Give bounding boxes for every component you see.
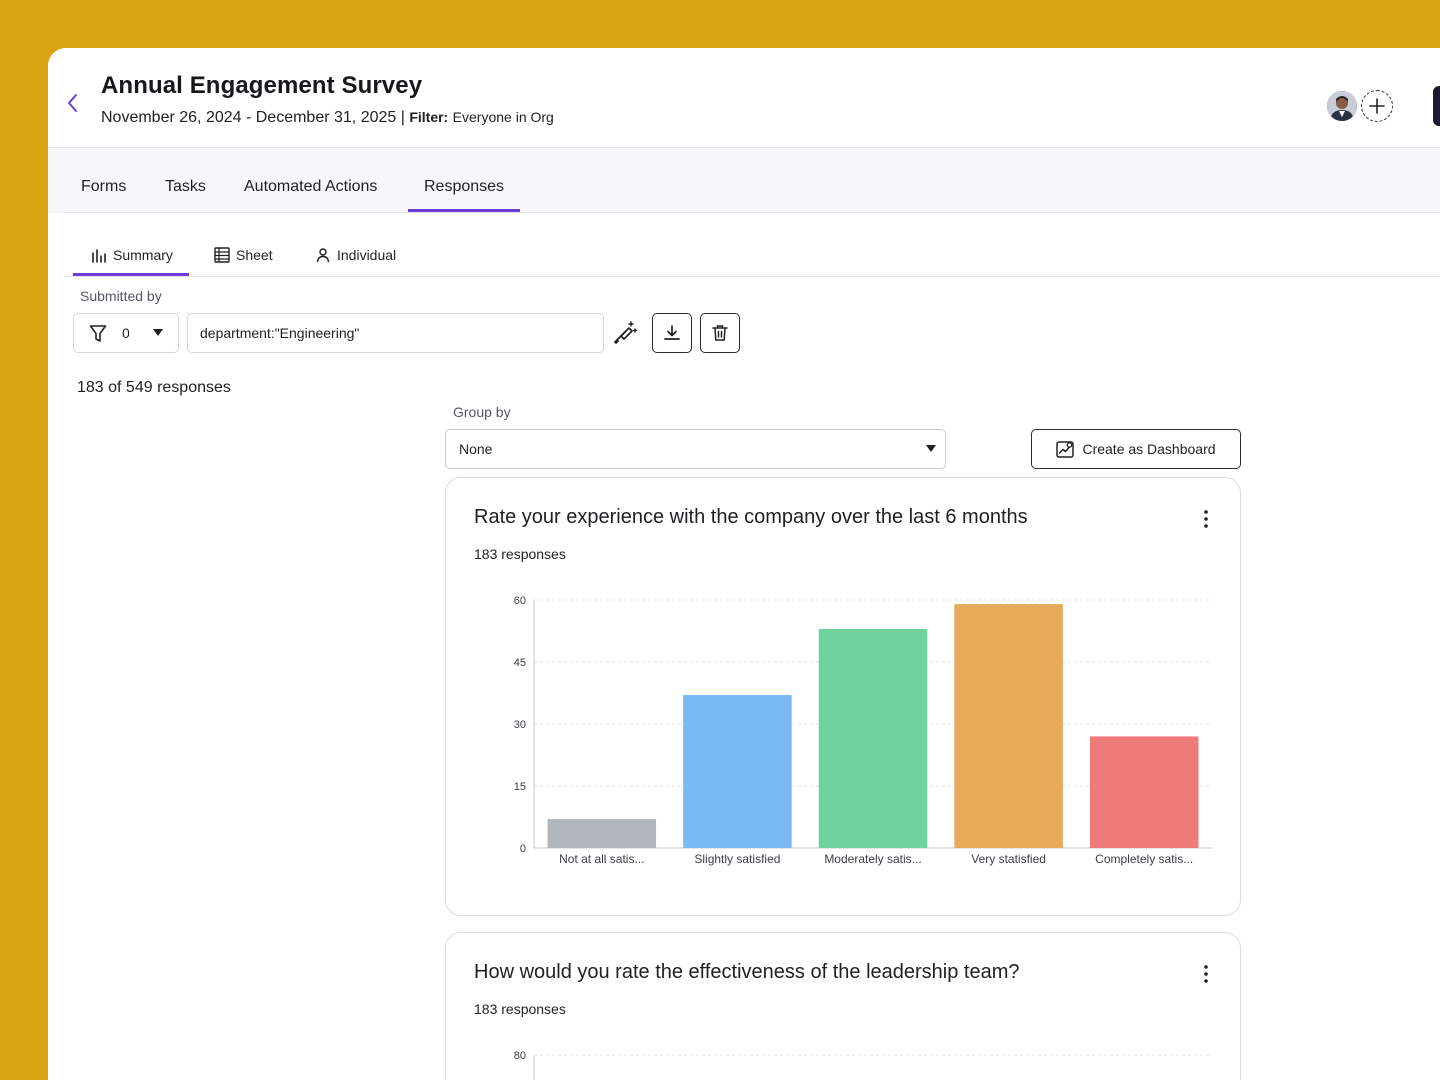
bar	[818, 628, 928, 848]
view-tabs: Summary Sheet Individual	[48, 213, 1440, 278]
primary-action-button[interactable]	[1433, 86, 1440, 126]
tab-responses[interactable]: Responses	[407, 178, 521, 212]
y-tick-label: 15	[514, 781, 526, 793]
subtabs-divider	[64, 276, 1440, 277]
trash-icon	[712, 325, 728, 341]
bar-chart: 0 15 30 45 60 Not at all satis... Slightly sat…	[514, 595, 1212, 866]
avatar[interactable]	[1325, 89, 1359, 123]
caret-down-icon	[153, 329, 163, 336]
x-tick-label: Slightly satisfied	[694, 852, 780, 866]
back-button[interactable]	[62, 90, 84, 116]
download-button[interactable]	[652, 313, 692, 353]
y-tick-label: 45	[514, 657, 526, 669]
subtab-summary-label: Summary	[113, 247, 173, 263]
y-tick-label: 60	[514, 595, 526, 607]
date-range: November 26, 2024 - December 31, 2025	[101, 109, 397, 126]
filter-value: Everyone in Org	[452, 109, 554, 125]
subtab-individual[interactable]: Individual	[315, 247, 396, 263]
filter-label: Filter:	[409, 109, 449, 125]
x-tick-label: Completely satis...	[1095, 852, 1193, 866]
x-tick-label: Moderately satis...	[824, 852, 921, 866]
table-icon	[214, 247, 230, 263]
bar	[547, 819, 657, 848]
chevron-left-icon	[68, 94, 77, 112]
dashboard-chart-icon	[1056, 441, 1075, 458]
group-by-label: Group by	[453, 404, 511, 420]
submitted-by-label: Submitted by	[80, 288, 162, 304]
response-count: 183 of 549 responses	[77, 379, 231, 396]
group-by-value: None	[459, 441, 493, 457]
person-icon	[316, 248, 330, 263]
page-title: Annual Engagement Survey	[101, 72, 423, 99]
page-header: Annual Engagement Survey November 26, 20…	[48, 48, 1440, 148]
y-tick-label: 80	[514, 1050, 526, 1062]
main-tabs: Forms Tasks Automated Actions Responses	[48, 148, 1440, 213]
filter-count-value: 0	[122, 325, 130, 341]
question-card: Rate your experience with the company ov…	[445, 477, 1241, 916]
create-dashboard-button[interactable]: Create as Dashboard	[1031, 429, 1241, 469]
subtab-individual-label: Individual	[337, 247, 397, 263]
subtitle-separator: |	[396, 109, 410, 126]
ai-filter-button[interactable]	[612, 320, 638, 346]
subtab-sheet-label: Sheet	[236, 247, 273, 263]
y-tick-label: 30	[514, 719, 526, 731]
magic-wand-icon	[614, 321, 638, 344]
plus-icon	[1369, 98, 1385, 114]
tab-forms[interactable]: Forms	[81, 178, 126, 196]
delete-button[interactable]	[700, 313, 740, 353]
tab-automated-actions[interactable]: Automated Actions	[244, 178, 377, 196]
bar	[683, 695, 792, 848]
group-by-select[interactable]: None	[445, 429, 946, 469]
add-member-button[interactable]	[1361, 90, 1393, 122]
x-tick-label: Very statisfied	[971, 852, 1046, 866]
filter-count-dropdown[interactable]: 0	[73, 313, 179, 353]
y-tick-label: 0	[520, 843, 526, 855]
create-dashboard-label: Create as Dashboard	[1082, 441, 1216, 457]
app-window: Annual Engagement Survey November 26, 20…	[48, 48, 1440, 1080]
page-subtitle: November 26, 2024 - December 31, 2025 | …	[101, 109, 554, 127]
user-avatar-icon	[1327, 91, 1357, 121]
tab-tasks[interactable]: Tasks	[165, 178, 206, 196]
filter-query-input[interactable]	[187, 313, 604, 353]
x-tick-label: Not at all satis...	[559, 852, 644, 866]
bar-chart-icon	[92, 249, 106, 263]
funnel-icon	[89, 325, 107, 342]
subtab-summary[interactable]: Summary	[73, 247, 189, 276]
bar-chart: 80	[514, 1050, 1212, 1080]
bar	[1089, 736, 1199, 848]
subtab-sheet[interactable]: Sheet	[214, 247, 273, 263]
caret-down-icon	[926, 445, 936, 452]
question-card: How would you rate the effectiveness of …	[445, 932, 1241, 1080]
bar	[954, 604, 1063, 848]
download-icon	[664, 325, 680, 340]
